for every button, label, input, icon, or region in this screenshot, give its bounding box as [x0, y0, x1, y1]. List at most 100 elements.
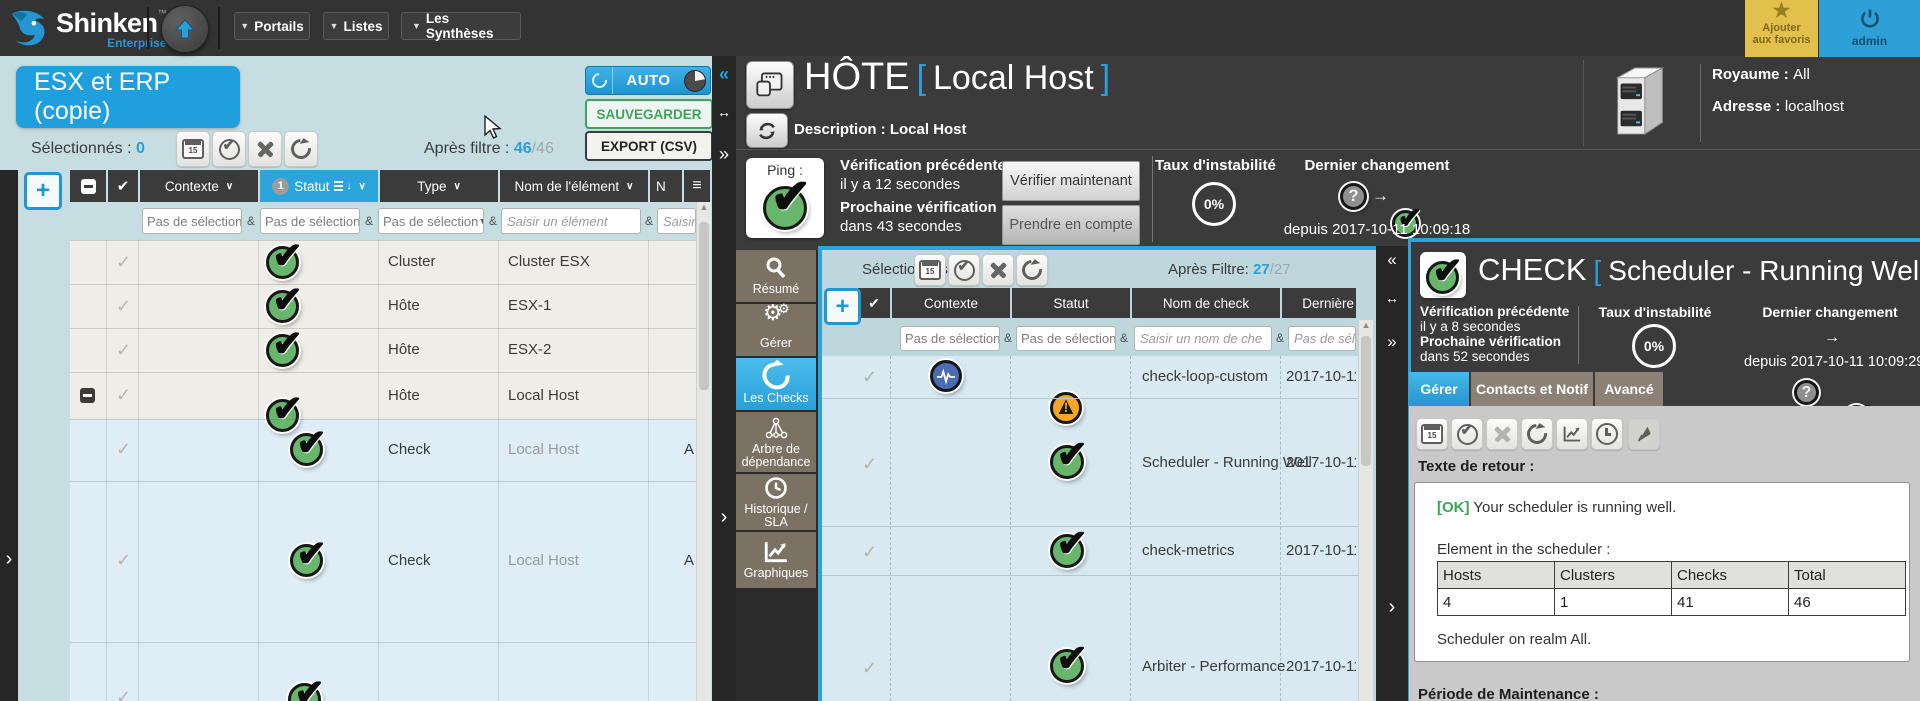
sidebar-item-historique[interactable]: Historique / SLA — [736, 474, 816, 530]
checks-scrollbar[interactable]: ▲ — [1358, 320, 1373, 701]
export-csv-button[interactable]: EXPORT (CSV) — [585, 131, 713, 161]
column-header-type[interactable]: Type∨ — [380, 170, 498, 202]
row-selected-check-icon[interactable]: ✓ — [116, 340, 131, 361]
left-collapse-strip[interactable]: › — [0, 170, 18, 701]
tools-button[interactable] — [982, 254, 1014, 286]
acknowledge-button[interactable] — [1451, 418, 1483, 450]
check-row[interactable]: ✓ check-metrics 2017-10-11 14 — [822, 526, 1358, 575]
filter-contexte-select[interactable]: Pas de sélection▼ — [142, 208, 242, 234]
filter-type-select[interactable]: Pas de sélection▼ — [378, 208, 484, 234]
table-row[interactable]: ✓ Hôte ESX-2 — [70, 328, 696, 372]
sidebar-item-resume[interactable]: Résumé — [736, 250, 816, 302]
save-button[interactable]: SAUVEGARDER — [585, 99, 713, 129]
filter-statut-select[interactable]: Pas de sélection▼ — [1016, 326, 1116, 351]
check-row[interactable]: ✓ check-loop-custom 2017-10-11 14 — [822, 356, 1358, 398]
table-row[interactable]: ✓ Check Local Host A — [70, 419, 696, 481]
column-header-derniere[interactable]: Dernière — [1282, 288, 1356, 318]
tools-button[interactable] — [248, 131, 282, 167]
refresh-description-button[interactable] — [746, 113, 788, 148]
expand-right-icon[interactable]: › — [1376, 596, 1408, 619]
row-selected-check-icon[interactable]: ✓ — [862, 542, 877, 563]
host-type-button[interactable] — [746, 61, 794, 109]
row-selected-check-icon[interactable]: ✓ — [116, 687, 131, 701]
check-row[interactable]: ✓ Arbiter - Performance 2017-10-11 14 — [822, 575, 1358, 701]
downtime-button[interactable] — [176, 131, 210, 167]
row-selected-check-icon[interactable]: ✓ — [116, 385, 131, 406]
tools-button-disabled[interactable] — [1486, 418, 1518, 450]
sidebar-item-les-checks[interactable]: Les Checks — [736, 358, 816, 410]
filter-derniere-input[interactable]: Pas de séle — [1288, 326, 1356, 351]
collapse-row-icon[interactable] — [80, 388, 95, 403]
tab-avance[interactable]: Avancé — [1595, 372, 1663, 406]
column-header-statut[interactable]: Statut — [1012, 288, 1130, 318]
menu-les-syntheses[interactable]: ▼Les Synthèses — [401, 12, 521, 40]
scroll-up-icon[interactable]: ▲ — [1359, 320, 1373, 330]
table-row[interactable]: ✓ Hôte Local Host — [70, 372, 696, 419]
tab-gerer[interactable]: Gérer — [1409, 372, 1469, 406]
admin-user-button[interactable]: admin — [1819, 0, 1920, 57]
recheck-button[interactable] — [284, 131, 318, 167]
left-table-scrollbar[interactable]: ▲ — [696, 202, 711, 701]
shinken-logo-icon[interactable] — [8, 7, 54, 49]
recheck-button[interactable] — [1016, 254, 1048, 286]
column-menu-button[interactable]: ≡ — [684, 170, 710, 202]
expand-right-icon[interactable]: › — [0, 548, 18, 571]
expand-right-icon[interactable]: › — [712, 506, 736, 529]
pin-button[interactable] — [1628, 418, 1660, 450]
table-row[interactable]: ✓ Cluster Cluster ESX — [70, 240, 696, 284]
check-row[interactable]: ✓ Scheduler - Running Well 2017-10-11 14 — [822, 398, 1358, 526]
row-selected-check-icon[interactable]: ✓ — [116, 252, 131, 273]
filter-nom-input[interactable]: Saisir un nom de che — [1134, 326, 1272, 351]
add-element-button[interactable]: + — [24, 172, 62, 210]
scrollbar-thumb[interactable] — [699, 222, 709, 390]
column-header-nom[interactable]: Nom de l'élément∨ — [500, 170, 648, 202]
row-selected-check-icon[interactable]: ✓ — [116, 439, 131, 460]
menu-listes[interactable]: ▼Listes — [323, 12, 389, 40]
add-favorites-button[interactable]: ★ Ajouter aux favoris — [1745, 0, 1818, 57]
sidebar-item-gerer[interactable]: ⚙ ⚙ Gérer — [736, 304, 816, 356]
column-header-partial[interactable]: N — [650, 170, 682, 202]
table-row[interactable]: ✓ — [70, 642, 696, 701]
row-selected-check-icon[interactable]: ✓ — [862, 367, 877, 388]
scroll-up-icon[interactable]: ▲ — [697, 202, 711, 212]
schedule-button[interactable] — [1591, 418, 1623, 450]
collapse-all-header[interactable] — [70, 170, 106, 202]
auto-refresh-toggle[interactable]: AUTO — [585, 66, 711, 95]
row-selected-check-icon[interactable]: ✓ — [862, 658, 877, 679]
tab-contacts-et-notif[interactable]: Contacts et Notif — [1471, 372, 1593, 406]
view-title-button[interactable]: ESX et ERP (copie) — [16, 66, 240, 128]
select-all-header[interactable]: ✔ — [108, 170, 138, 202]
column-header-contexte[interactable]: Contexte∨ — [140, 170, 258, 202]
downtime-button[interactable] — [914, 254, 946, 286]
acknowledge-button[interactable] — [212, 131, 246, 167]
collapse-left-icon[interactable]: « — [712, 64, 736, 85]
filter-partial-input[interactable]: Saisir — [657, 208, 696, 234]
resize-icon[interactable]: ↔ — [1376, 290, 1408, 306]
downtime-button[interactable] — [1416, 418, 1448, 450]
row-selected-check-icon[interactable]: ✓ — [862, 454, 877, 475]
filter-nom-input[interactable]: Saisir un élément — [501, 208, 641, 234]
scrollbar-thumb[interactable] — [1361, 336, 1371, 466]
column-header-statut[interactable]: 1 Statut ↓ ∨ — [260, 170, 378, 202]
resize-icon[interactable]: ↔ — [712, 104, 736, 120]
expand-right-double-icon[interactable]: » — [712, 144, 736, 165]
filter-contexte-select[interactable]: Pas de sélection▼ — [900, 326, 1000, 351]
select-all-header[interactable]: ✔ — [858, 288, 890, 318]
recheck-button[interactable] — [1521, 418, 1553, 450]
table-row[interactable]: ✓ Hôte ESX-1 — [70, 284, 696, 328]
sidebar-item-graphiques[interactable]: Graphiques — [736, 532, 816, 588]
filter-statut-select[interactable]: Pas de sélection▼ — [260, 208, 360, 234]
table-row[interactable]: ✓ Check Local Host A — [70, 481, 696, 642]
trend-button[interactable] — [1556, 418, 1588, 450]
add-check-button[interactable]: + — [824, 288, 861, 325]
column-header-nom-de-check[interactable]: Nom de check — [1132, 288, 1280, 318]
scroll-top-button[interactable] — [161, 5, 209, 53]
collapse-left-double-icon[interactable]: « — [1376, 250, 1408, 270]
acknowledge-button[interactable]: Prendre en compte — [1002, 205, 1140, 245]
sidebar-item-arbre[interactable]: Arbre de dépendance — [736, 412, 816, 472]
menu-portails[interactable]: ▼Portails — [234, 12, 310, 40]
acknowledge-button[interactable] — [948, 254, 980, 286]
column-header-contexte[interactable]: Contexte — [892, 288, 1010, 318]
check-now-button[interactable]: Vérifier maintenant — [1002, 161, 1140, 201]
row-selected-check-icon[interactable]: ✓ — [116, 550, 131, 571]
